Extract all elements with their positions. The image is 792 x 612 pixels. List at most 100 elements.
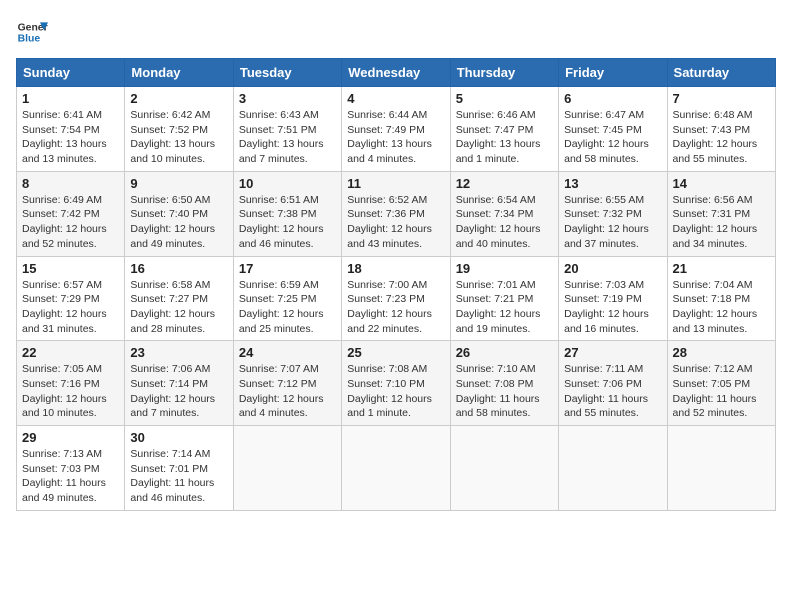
- cell-details: Sunrise: 6:43 AMSunset: 7:51 PMDaylight:…: [239, 108, 336, 167]
- cell-details: Sunrise: 6:42 AMSunset: 7:52 PMDaylight:…: [130, 108, 227, 167]
- day-number: 25: [347, 345, 444, 360]
- calendar-cell: 30 Sunrise: 7:14 AMSunset: 7:01 PMDayligh…: [125, 426, 233, 511]
- cell-details: Sunrise: 7:06 AMSunset: 7:14 PMDaylight:…: [130, 362, 227, 421]
- calendar-cell: 25 Sunrise: 7:08 AMSunset: 7:10 PMDayligh…: [342, 341, 450, 426]
- calendar-cell: 7 Sunrise: 6:48 AMSunset: 7:43 PMDaylight…: [667, 87, 775, 172]
- calendar-table: SundayMondayTuesdayWednesdayThursdayFrid…: [16, 58, 776, 511]
- calendar-cell: 14 Sunrise: 6:56 AMSunset: 7:31 PMDayligh…: [667, 171, 775, 256]
- cell-details: Sunrise: 7:11 AMSunset: 7:06 PMDaylight:…: [564, 362, 661, 421]
- calendar-cell: 8Sunrise: 6:49 AMSunset: 7:42 PMDaylight…: [17, 171, 125, 256]
- weekday-header-sunday: Sunday: [17, 59, 125, 87]
- cell-details: Sunrise: 7:10 AMSunset: 7:08 PMDaylight:…: [456, 362, 553, 421]
- calendar-cell: 29 Sunrise: 7:13 AMSunset: 7:03 PMDayligh…: [17, 426, 125, 511]
- day-number: 11: [347, 176, 444, 191]
- cell-details: Sunrise: 6:56 AMSunset: 7:31 PMDaylight:…: [673, 193, 770, 252]
- day-number: 13: [564, 176, 661, 191]
- day-number: 17: [239, 261, 336, 276]
- day-number: 10: [239, 176, 336, 191]
- day-number: 16: [130, 261, 227, 276]
- day-number: 29: [22, 430, 119, 445]
- calendar-cell: 1Sunrise: 6:41 AMSunset: 7:54 PMDaylight…: [17, 87, 125, 172]
- calendar-cell: [559, 426, 667, 511]
- day-number: 20: [564, 261, 661, 276]
- weekday-header-wednesday: Wednesday: [342, 59, 450, 87]
- cell-details: Sunrise: 7:07 AMSunset: 7:12 PMDaylight:…: [239, 362, 336, 421]
- calendar-cell: 5 Sunrise: 6:46 AMSunset: 7:47 PMDaylight…: [450, 87, 558, 172]
- day-number: 6: [564, 91, 661, 106]
- cell-details: Sunrise: 6:49 AMSunset: 7:42 PMDaylight:…: [22, 193, 119, 252]
- day-number: 27: [564, 345, 661, 360]
- calendar-cell: 18 Sunrise: 7:00 AMSunset: 7:23 PMDayligh…: [342, 256, 450, 341]
- cell-details: Sunrise: 7:00 AMSunset: 7:23 PMDaylight:…: [347, 278, 444, 337]
- calendar-cell: 3 Sunrise: 6:43 AMSunset: 7:51 PMDaylight…: [233, 87, 341, 172]
- day-number: 14: [673, 176, 770, 191]
- day-number: 4: [347, 91, 444, 106]
- weekday-header-tuesday: Tuesday: [233, 59, 341, 87]
- day-number: 28: [673, 345, 770, 360]
- day-number: 24: [239, 345, 336, 360]
- day-number: 2: [130, 91, 227, 106]
- calendar-cell: 12 Sunrise: 6:54 AMSunset: 7:34 PMDayligh…: [450, 171, 558, 256]
- cell-details: Sunrise: 6:46 AMSunset: 7:47 PMDaylight:…: [456, 108, 553, 167]
- calendar-cell: [667, 426, 775, 511]
- calendar-cell: 10 Sunrise: 6:51 AMSunset: 7:38 PMDayligh…: [233, 171, 341, 256]
- calendar-cell: [450, 426, 558, 511]
- cell-details: Sunrise: 7:03 AMSunset: 7:19 PMDaylight:…: [564, 278, 661, 337]
- calendar-cell: 17 Sunrise: 6:59 AMSunset: 7:25 PMDayligh…: [233, 256, 341, 341]
- day-number: 3: [239, 91, 336, 106]
- day-number: 21: [673, 261, 770, 276]
- cell-details: Sunrise: 7:12 AMSunset: 7:05 PMDaylight:…: [673, 362, 770, 421]
- cell-details: Sunrise: 6:58 AMSunset: 7:27 PMDaylight:…: [130, 278, 227, 337]
- calendar-cell: 4 Sunrise: 6:44 AMSunset: 7:49 PMDaylight…: [342, 87, 450, 172]
- day-number: 23: [130, 345, 227, 360]
- calendar-cell: 13 Sunrise: 6:55 AMSunset: 7:32 PMDayligh…: [559, 171, 667, 256]
- day-number: 18: [347, 261, 444, 276]
- logo: General Blue: [16, 16, 48, 48]
- cell-details: Sunrise: 7:04 AMSunset: 7:18 PMDaylight:…: [673, 278, 770, 337]
- cell-details: Sunrise: 6:55 AMSunset: 7:32 PMDaylight:…: [564, 193, 661, 252]
- day-number: 1: [22, 91, 119, 106]
- calendar-cell: [233, 426, 341, 511]
- weekday-header-friday: Friday: [559, 59, 667, 87]
- day-number: 15: [22, 261, 119, 276]
- cell-details: Sunrise: 6:57 AMSunset: 7:29 PMDaylight:…: [22, 278, 119, 337]
- calendar-cell: 19 Sunrise: 7:01 AMSunset: 7:21 PMDayligh…: [450, 256, 558, 341]
- calendar-cell: 21 Sunrise: 7:04 AMSunset: 7:18 PMDayligh…: [667, 256, 775, 341]
- day-number: 22: [22, 345, 119, 360]
- day-number: 26: [456, 345, 553, 360]
- day-number: 30: [130, 430, 227, 445]
- calendar-cell: 28 Sunrise: 7:12 AMSunset: 7:05 PMDayligh…: [667, 341, 775, 426]
- calendar-cell: 11Sunrise: 6:52 AMSunset: 7:36 PMDayligh…: [342, 171, 450, 256]
- day-number: 12: [456, 176, 553, 191]
- cell-details: Sunrise: 6:44 AMSunset: 7:49 PMDaylight:…: [347, 108, 444, 167]
- calendar-cell: 6 Sunrise: 6:47 AMSunset: 7:45 PMDaylight…: [559, 87, 667, 172]
- cell-details: Sunrise: 6:48 AMSunset: 7:43 PMDaylight:…: [673, 108, 770, 167]
- calendar-cell: 22 Sunrise: 7:05 AMSunset: 7:16 PMDayligh…: [17, 341, 125, 426]
- calendar-cell: 27 Sunrise: 7:11 AMSunset: 7:06 PMDayligh…: [559, 341, 667, 426]
- calendar-cell: 16 Sunrise: 6:58 AMSunset: 7:27 PMDayligh…: [125, 256, 233, 341]
- svg-text:Blue: Blue: [18, 34, 41, 45]
- calendar-cell: 26 Sunrise: 7:10 AMSunset: 7:08 PMDayligh…: [450, 341, 558, 426]
- day-number: 19: [456, 261, 553, 276]
- cell-details: Sunrise: 6:54 AMSunset: 7:34 PMDaylight:…: [456, 193, 553, 252]
- cell-details: Sunrise: 6:50 AMSunset: 7:40 PMDaylight:…: [130, 193, 227, 252]
- cell-details: Sunrise: 6:51 AMSunset: 7:38 PMDaylight:…: [239, 193, 336, 252]
- weekday-header-thursday: Thursday: [450, 59, 558, 87]
- calendar-cell: 23 Sunrise: 7:06 AMSunset: 7:14 PMDayligh…: [125, 341, 233, 426]
- cell-details: Sunrise: 6:47 AMSunset: 7:45 PMDaylight:…: [564, 108, 661, 167]
- cell-details: Sunrise: 7:05 AMSunset: 7:16 PMDaylight:…: [22, 362, 119, 421]
- cell-details: Sunrise: 7:08 AMSunset: 7:10 PMDaylight:…: [347, 362, 444, 421]
- cell-details: Sunrise: 6:59 AMSunset: 7:25 PMDaylight:…: [239, 278, 336, 337]
- calendar-cell: 9 Sunrise: 6:50 AMSunset: 7:40 PMDaylight…: [125, 171, 233, 256]
- calendar-cell: 20 Sunrise: 7:03 AMSunset: 7:19 PMDayligh…: [559, 256, 667, 341]
- cell-details: Sunrise: 7:13 AMSunset: 7:03 PMDaylight:…: [22, 447, 119, 506]
- day-number: 7: [673, 91, 770, 106]
- calendar-cell: 15 Sunrise: 6:57 AMSunset: 7:29 PMDayligh…: [17, 256, 125, 341]
- cell-details: Sunrise: 7:01 AMSunset: 7:21 PMDaylight:…: [456, 278, 553, 337]
- calendar-cell: [342, 426, 450, 511]
- calendar-cell: 24 Sunrise: 7:07 AMSunset: 7:12 PMDayligh…: [233, 341, 341, 426]
- day-number: 5: [456, 91, 553, 106]
- day-number: 9: [130, 176, 227, 191]
- calendar-cell: 2 Sunrise: 6:42 AMSunset: 7:52 PMDaylight…: [125, 87, 233, 172]
- cell-details: Sunrise: 7:14 AMSunset: 7:01 PMDaylight:…: [130, 447, 227, 506]
